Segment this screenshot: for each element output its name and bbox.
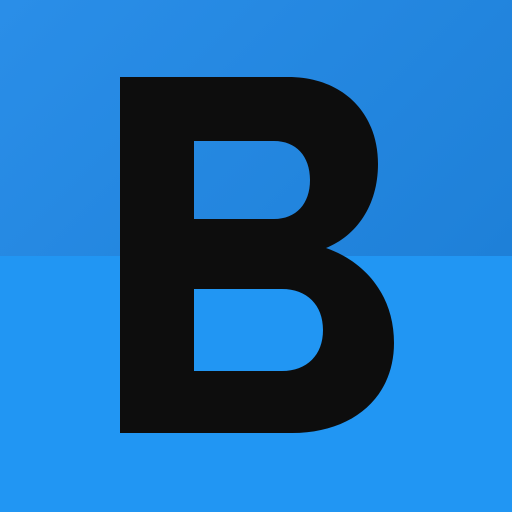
letter-b-icon: B [120, 77, 394, 433]
letter-b-app-icon: B [0, 0, 512, 512]
